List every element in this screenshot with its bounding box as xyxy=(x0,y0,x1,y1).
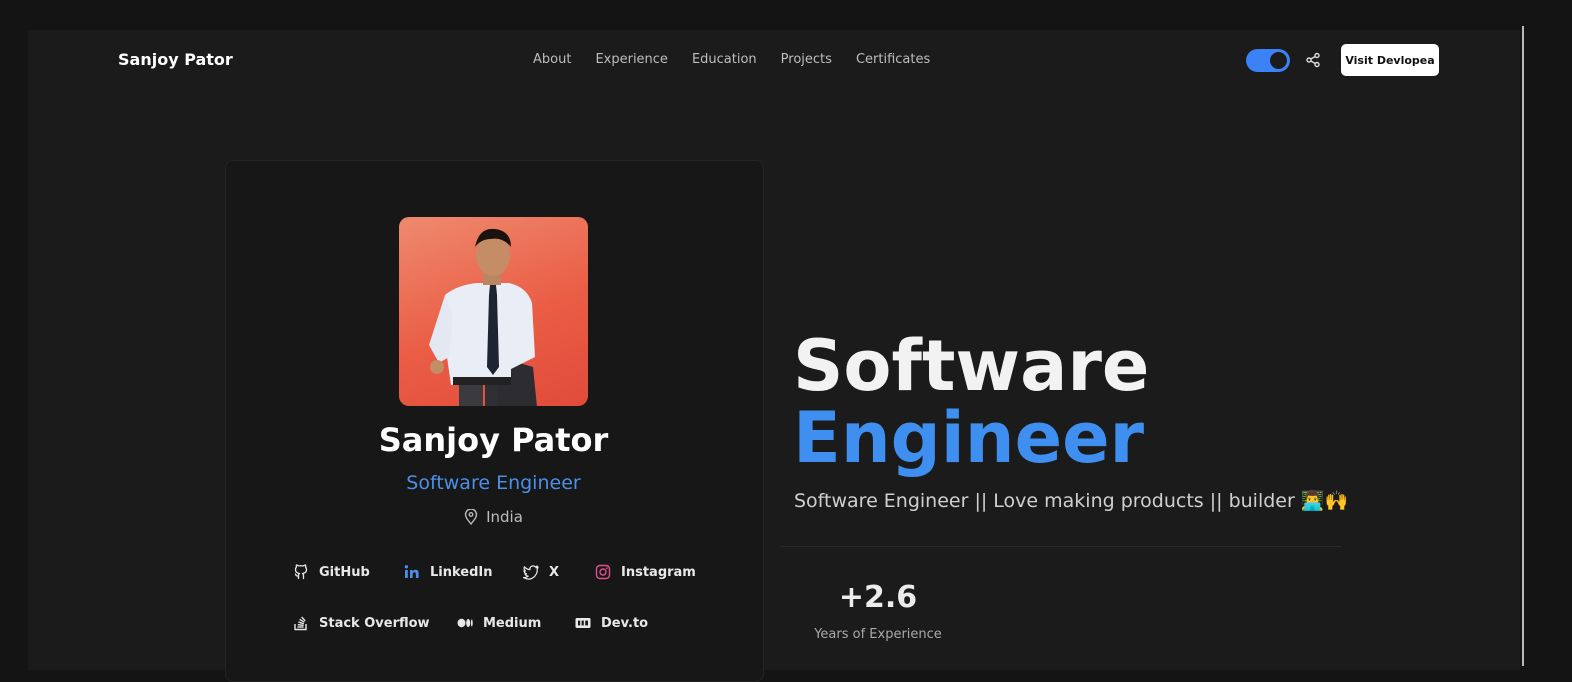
nav-projects[interactable]: Projects xyxy=(781,52,832,67)
hero-tagline: Software Engineer || Love making product… xyxy=(794,490,1349,512)
toggle-knob xyxy=(1270,52,1287,69)
social-github[interactable]: GitHub xyxy=(292,563,370,581)
linkedin-icon xyxy=(404,565,419,578)
social-x[interactable]: X xyxy=(522,563,559,581)
github-icon xyxy=(294,564,308,580)
hero-headline: Software Engineer xyxy=(793,330,1149,474)
profile-photo xyxy=(399,217,588,406)
experience-years-label: Years of Experience xyxy=(814,627,942,642)
nav-about[interactable]: About xyxy=(533,52,571,67)
nav-links: About Experience Education Projects Cert… xyxy=(533,52,930,67)
social-linkedin[interactable]: LinkedIn xyxy=(403,563,493,581)
social-label: LinkedIn xyxy=(430,564,493,580)
social-label: Stack Overflow xyxy=(319,615,430,631)
share-icon[interactable] xyxy=(1305,52,1321,68)
twitter-icon xyxy=(522,565,539,580)
social-stackoverflow[interactable]: Stack Overflow xyxy=(292,614,430,632)
social-instagram[interactable]: Instagram xyxy=(594,563,696,581)
devto-icon xyxy=(575,618,591,628)
hero-title-line2: Engineer xyxy=(793,397,1145,479)
profile-location: India xyxy=(225,508,762,526)
social-label: GitHub xyxy=(319,564,370,580)
medium-icon xyxy=(457,618,473,628)
visit-devlopea-button[interactable]: Visit Devlopea xyxy=(1341,44,1439,76)
social-label: X xyxy=(549,564,560,580)
profile-name: Sanjoy Pator xyxy=(378,421,609,459)
social-medium[interactable]: Medium xyxy=(456,614,541,632)
social-label: Instagram xyxy=(621,564,696,580)
nav-experience[interactable]: Experience xyxy=(595,52,668,67)
location-pin-icon xyxy=(464,509,478,525)
theme-toggle[interactable] xyxy=(1246,49,1290,72)
social-devto[interactable]: Dev.to xyxy=(574,614,648,632)
instagram-icon xyxy=(595,564,611,580)
top-nav: Sanjoy Pator About Experience Education … xyxy=(0,0,1572,76)
divider xyxy=(780,546,1342,547)
profile-role: Software Engineer xyxy=(406,472,581,494)
nav-education[interactable]: Education xyxy=(692,52,757,67)
nav-certificates[interactable]: Certificates xyxy=(856,52,930,67)
location-text: India xyxy=(486,508,523,526)
brand-logo[interactable]: Sanjoy Pator xyxy=(118,50,233,69)
stackoverflow-icon xyxy=(294,616,307,631)
social-label: Medium xyxy=(483,615,542,631)
hero-title-line1: Software xyxy=(793,325,1150,407)
scrollbar[interactable] xyxy=(1522,26,1524,666)
experience-years-value: +2.6 xyxy=(838,580,918,615)
social-label: Dev.to xyxy=(601,615,649,631)
